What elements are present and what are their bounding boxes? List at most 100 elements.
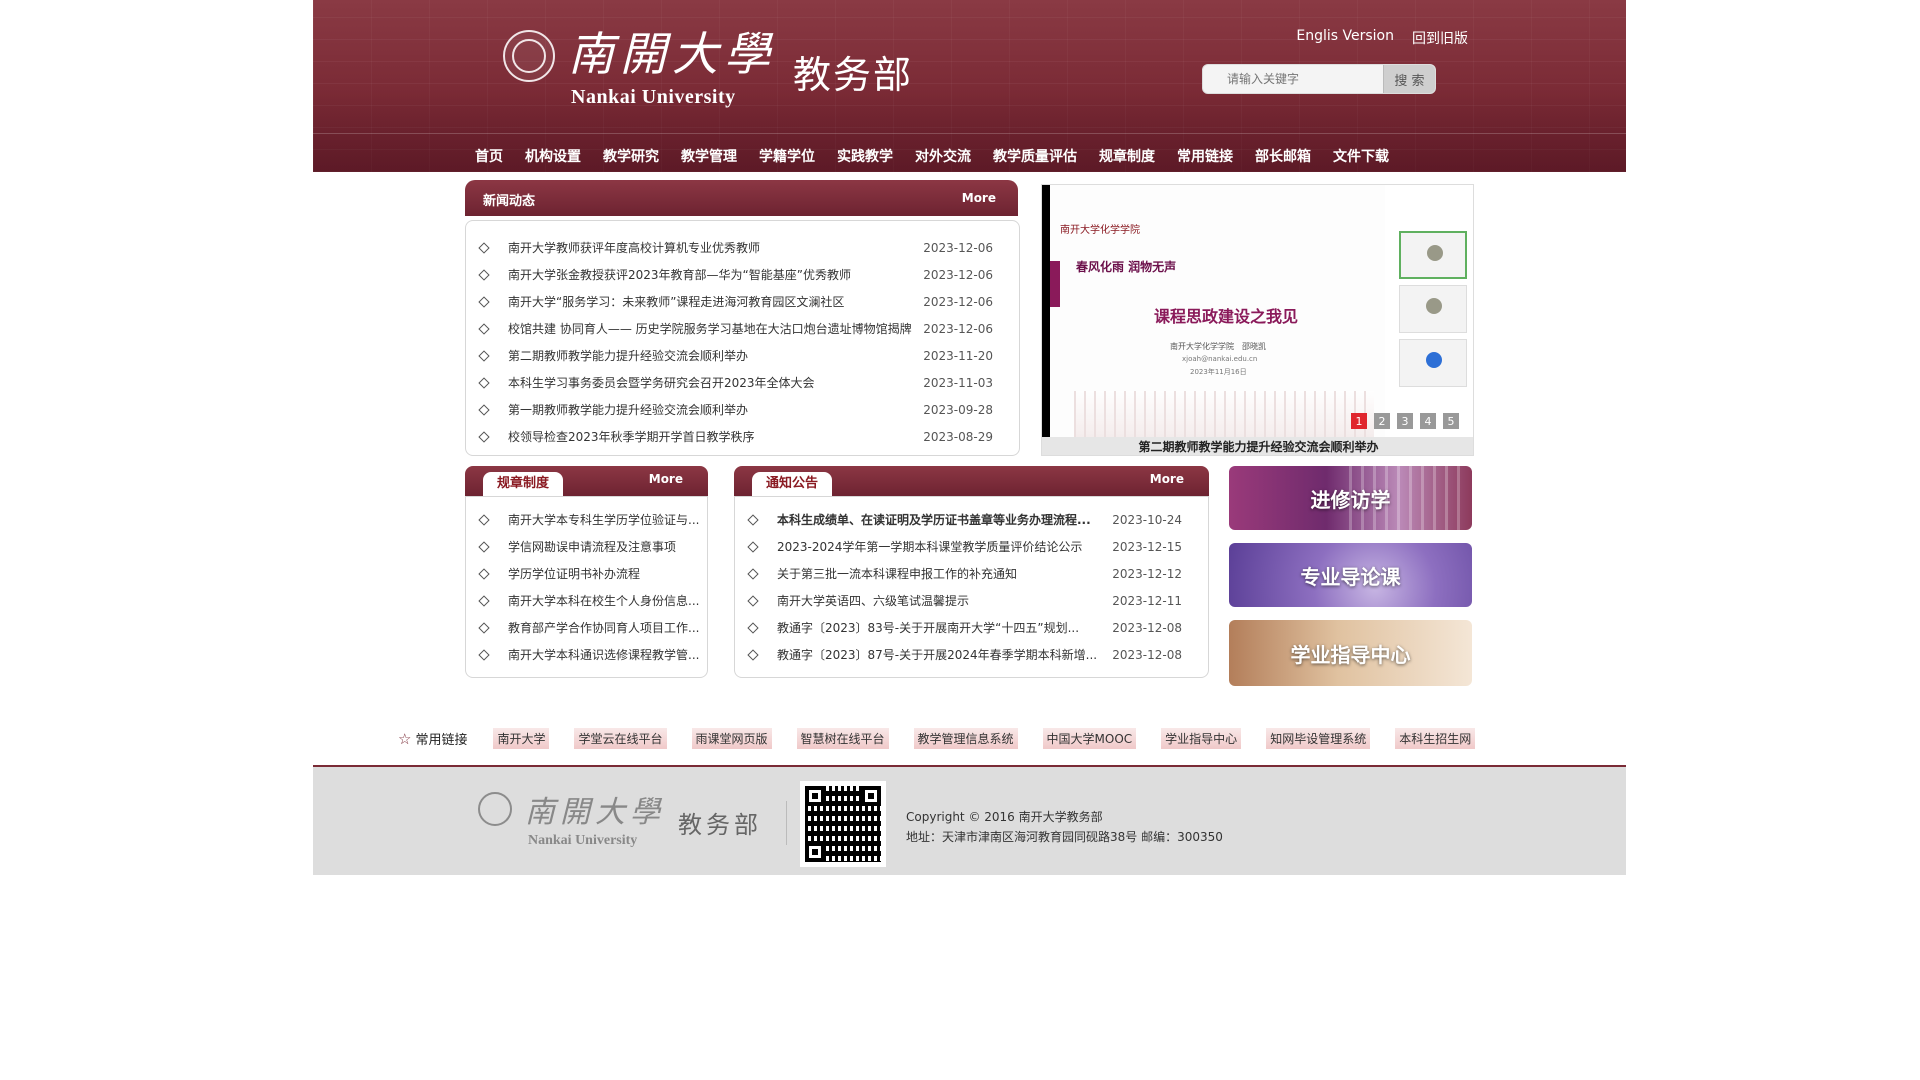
notice-item[interactable]: 南开大学英语四、六级笔试温馨提示 2023-12-11 — [735, 588, 1208, 615]
slide-school-label: 南开大学化学学院 — [1060, 225, 1140, 236]
footer-seal-icon — [478, 792, 512, 826]
slide-headline: 春风化雨 润物无声 — [1076, 260, 1177, 274]
news-list: 南开大学教师获评年度高校计算机专业优秀教师 2023-12-06 南开大学张金教授… — [466, 221, 1019, 451]
slider-dot[interactable]: 3 — [1397, 413, 1413, 429]
news-item[interactable]: 本科生学习事务委员会暨学务研究会召开2023年全体大会 2023-11-03 — [466, 370, 1019, 397]
notice-item[interactable]: 教通字〔2023〕87号-关于开展2024年春季学期本科新增... 2023-12… — [735, 642, 1208, 669]
slide-caption[interactable]: 第二期教师教学能力提升经验交流会顺利举办 — [1042, 437, 1473, 455]
rules-item[interactable]: 南开大学本专科生学历学位验证与... — [466, 507, 707, 534]
university-seal-icon[interactable] — [503, 30, 555, 82]
logo-chinese[interactable]: 南開大學 — [568, 18, 776, 84]
news-item[interactable]: 南开大学张金教授获评2023年教育部—华为“智能基座”优秀教师 2023-12-0… — [466, 262, 1019, 289]
rules-item[interactable]: 南开大学本科通识选修课程教学管... — [466, 642, 707, 669]
diamond-bullet-icon — [478, 296, 490, 308]
notice-item[interactable]: 教通字〔2023〕83号-关于开展南开大学“十四五”规划... 2023-12-0… — [735, 615, 1208, 642]
rules-item[interactable]: 学信网勘误申请流程及注意事项 — [466, 534, 707, 561]
news-item[interactable]: 第二期教师教学能力提升经验交流会顺利举办 2023-11-20 — [466, 343, 1019, 370]
banner-visiting-scholar[interactable]: 进修访学 — [1229, 466, 1472, 530]
nav-regulations[interactable]: 规章制度 — [1099, 146, 1155, 166]
news-slider[interactable]: 南开大学化学学院 春风化雨 润物无声 课程思政建设之我见 南开大学化学学院 邵晓… — [1041, 184, 1474, 456]
diamond-bullet-icon — [478, 568, 490, 580]
notices-panel-header: 通知公告 More — [734, 466, 1209, 496]
participant-thumbnail — [1399, 231, 1467, 279]
nav-external-exchange[interactable]: 对外交流 — [915, 146, 971, 166]
diamond-bullet-icon — [478, 350, 490, 362]
news-item[interactable]: 南开大学“服务学习：未来教师”课程走进海河教育园区文澜社区 2023-12-06 — [466, 289, 1019, 316]
link-cnki-thesis[interactable]: 知网毕设管理系统 — [1266, 728, 1371, 749]
nav-teaching-research[interactable]: 教学研究 — [603, 146, 659, 166]
rules-panel-header: 规章制度 More — [465, 466, 708, 496]
slider-dot[interactable]: 1 — [1351, 413, 1367, 429]
news-item[interactable]: 校馆共建 协同育人—— 历史学院服务学习基地在大沽口炮台遗址博物馆揭牌 2023-… — [466, 316, 1019, 343]
news-panel-title: 新闻动态 — [483, 194, 536, 209]
news-item[interactable]: 南开大学教师获评年度高校计算机专业优秀教师 2023-12-06 — [466, 235, 1019, 262]
nav-registration-degree[interactable]: 学籍学位 — [759, 146, 815, 166]
slider-pagination: 1 2 3 4 5 — [1351, 413, 1459, 429]
nav-quality-evaluation[interactable]: 教学质量评估 — [993, 146, 1077, 166]
link-zhihuishu[interactable]: 智慧树在线平台 — [796, 728, 889, 749]
notices-tab[interactable]: 通知公告 — [752, 472, 833, 496]
link-teaching-mis[interactable]: 教学管理信息系统 — [913, 728, 1018, 749]
notice-item[interactable]: 2023-2024学年第一学期本科课堂教学质量评价结论公示 2023-12-15 — [735, 534, 1208, 561]
site-footer: 南開大學 Nankai University 教务部 Copyright © 2… — [313, 767, 1626, 875]
diamond-bullet-icon — [747, 568, 759, 580]
nav-organization[interactable]: 机构设置 — [525, 146, 581, 166]
rules-item[interactable]: 学历学位证明书补办流程 — [466, 561, 707, 588]
notice-item[interactable]: 关于第三批一流本科课程申报工作的补充通知 2023-12-12 — [735, 561, 1208, 588]
slide-image[interactable]: 南开大学化学学院 春风化雨 润物无声 课程思政建设之我见 南开大学化学学院 邵晓… — [1050, 185, 1385, 437]
main-nav: 首页 机构设置 教学研究 教学管理 学籍学位 实践教学 对外交流 教学质量评估 … — [475, 146, 1411, 166]
qr-code-icon — [800, 781, 886, 867]
news-item[interactable]: 校领导检查2023年秋季学期开学首日教学秩序 2023-08-29 — [466, 424, 1019, 451]
banner-academic-guidance[interactable]: 学业指导中心 — [1229, 620, 1472, 686]
news-item[interactable]: 第一期教师教学能力提升经验交流会顺利举办 2023-09-28 — [466, 397, 1019, 424]
logo-english[interactable]: Nankai University — [571, 86, 736, 109]
news-more-link[interactable]: More — [962, 191, 996, 205]
footer-logo-english: Nankai University — [528, 833, 638, 848]
nav-practice-teaching[interactable]: 实践教学 — [837, 146, 893, 166]
diamond-bullet-icon — [478, 649, 490, 661]
rules-more-link[interactable]: More — [649, 472, 683, 486]
news-panel: 南开大学教师获评年度高校计算机专业优秀教师 2023-12-06 南开大学张金教授… — [465, 220, 1020, 456]
page: 南開大學 Nankai University 教务部 Englis Versio… — [0, 0, 1920, 1080]
search-input[interactable] — [1203, 65, 1403, 93]
star-icon: ☆ — [398, 729, 412, 748]
common-links-bar: ☆ 常用链接 南开大学 学堂云在线平台 雨课堂网页版 智慧树在线平台 教学管理信… — [398, 728, 1500, 749]
search-button[interactable]: 搜 索 — [1383, 65, 1435, 93]
nav-downloads[interactable]: 文件下载 — [1333, 146, 1389, 166]
news-panel-header: 新闻动态 More — [465, 180, 1018, 216]
link-admissions[interactable]: 本科生招生网 — [1395, 728, 1476, 749]
slider-dot[interactable]: 2 — [1374, 413, 1390, 429]
notice-item[interactable]: 本科生成绩单、在读证明及学历证书盖章等业务办理流程... 2023-10-24 — [735, 507, 1208, 534]
diamond-bullet-icon — [478, 514, 490, 526]
rules-item[interactable]: 南开大学本科在校生个人身份信息... — [466, 588, 707, 615]
link-xuetangyun[interactable]: 学堂云在线平台 — [574, 728, 667, 749]
link-mooc[interactable]: 中国大学MOOC — [1042, 728, 1137, 749]
english-version-link[interactable]: Englis Version — [1296, 28, 1394, 48]
nav-common-links[interactable]: 常用链接 — [1177, 146, 1233, 166]
diamond-bullet-icon — [478, 404, 490, 416]
rules-panel: 南开大学本专科生学历学位验证与... 学信网勘误申请流程及注意事项 学历学位证明… — [465, 496, 708, 678]
notices-more-link[interactable]: More — [1150, 472, 1184, 486]
old-version-link[interactable]: 回到旧版 — [1412, 28, 1468, 48]
footer-info: Copyright © 2016 南开大学教务部 地址：天津市津南区海河教育园同… — [906, 807, 1223, 847]
slide-title: 课程思政建设之我见 — [1154, 307, 1299, 326]
slider-dot[interactable]: 5 — [1443, 413, 1459, 429]
copyright-text: Copyright © 2016 南开大学教务部 — [906, 810, 1103, 824]
participant-thumbnail — [1399, 339, 1467, 387]
nav-teaching-management[interactable]: 教学管理 — [681, 146, 737, 166]
rules-item[interactable]: 教育部产学合作协同育人项目工作... — [466, 615, 707, 642]
avatar — [1427, 245, 1443, 261]
nav-home[interactable]: 首页 — [475, 146, 503, 166]
diamond-bullet-icon — [747, 514, 759, 526]
link-yuketang[interactable]: 雨课堂网页版 — [691, 728, 772, 749]
link-nankai[interactable]: 南开大学 — [493, 728, 550, 749]
diamond-bullet-icon — [478, 541, 490, 553]
link-academic-guidance[interactable]: 学业指导中心 — [1161, 728, 1242, 749]
diamond-bullet-icon — [747, 541, 759, 553]
banner-major-introduction[interactable]: 专业导论课 — [1229, 543, 1472, 607]
nav-director-mailbox[interactable]: 部长邮箱 — [1255, 146, 1311, 166]
slide-presenter: 南开大学化学学院 邵晓凯 — [1170, 342, 1266, 351]
search-box: 搜 索 — [1202, 64, 1436, 94]
rules-tab[interactable]: 规章制度 — [483, 472, 564, 496]
slider-dot[interactable]: 4 — [1420, 413, 1436, 429]
